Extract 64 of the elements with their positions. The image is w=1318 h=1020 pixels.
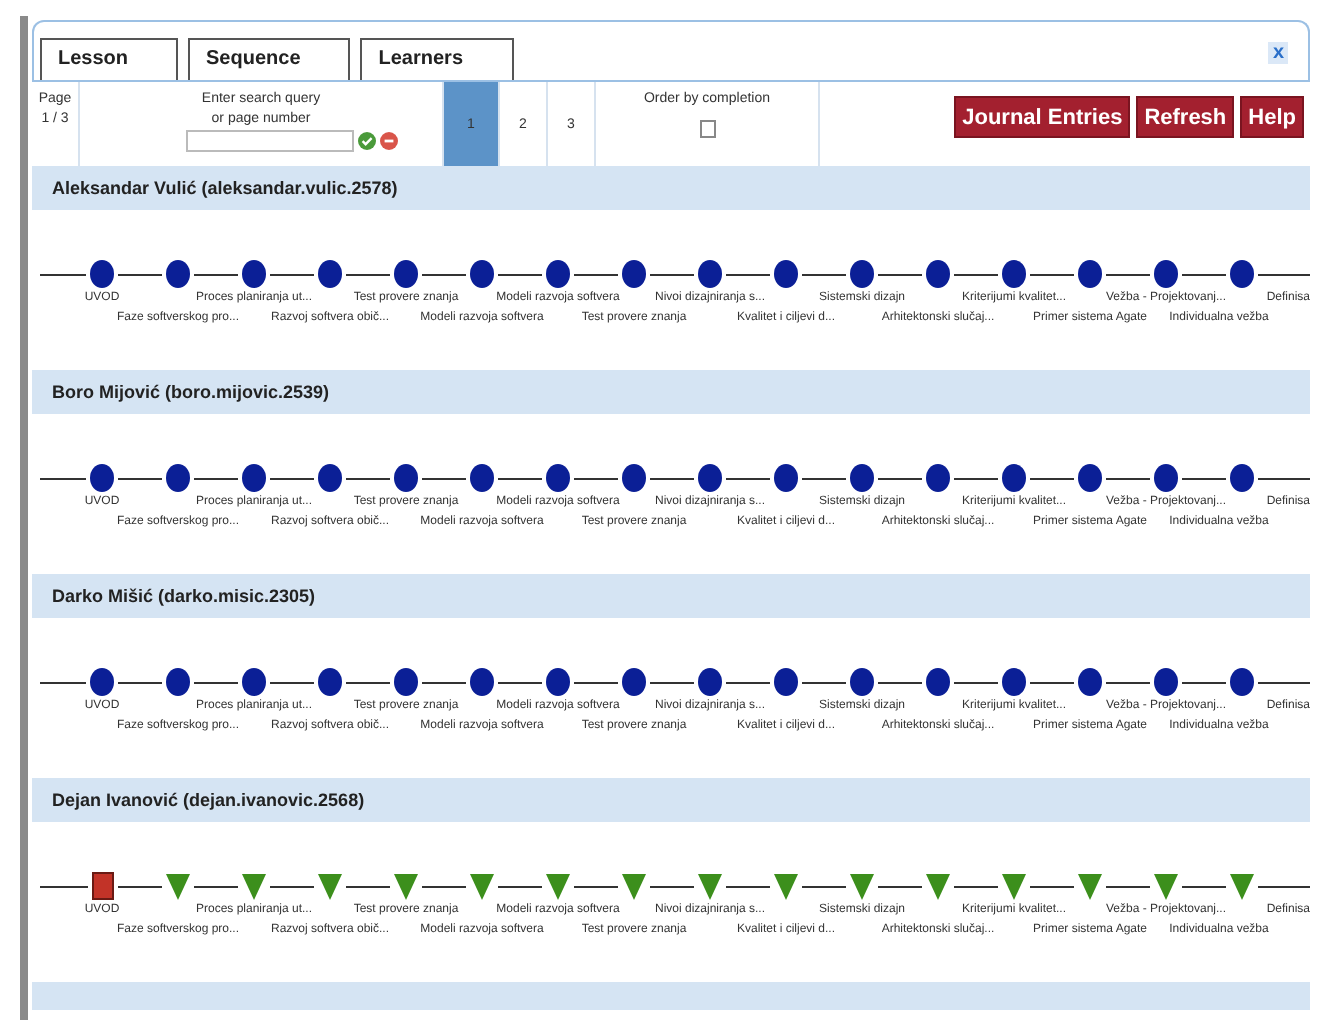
circle-marker[interactable] <box>542 464 574 492</box>
circle-marker[interactable] <box>86 668 118 696</box>
circle-marker[interactable] <box>466 464 498 492</box>
circle-marker[interactable] <box>238 668 270 696</box>
circle-marker[interactable] <box>846 260 878 288</box>
square-marker[interactable] <box>87 872 117 900</box>
circle-marker[interactable] <box>314 668 346 696</box>
circle-marker[interactable] <box>162 464 194 492</box>
tab[interactable]: Lesson <box>40 38 179 80</box>
order-checkbox[interactable] <box>699 120 715 138</box>
circle-marker[interactable] <box>770 260 802 288</box>
circle-marker[interactable] <box>162 260 194 288</box>
circle-marker[interactable] <box>1226 260 1258 288</box>
circle-marker[interactable] <box>542 668 574 696</box>
circle-marker[interactable] <box>846 464 878 492</box>
circle-marker[interactable] <box>1150 668 1182 696</box>
circle-marker[interactable] <box>618 668 650 696</box>
circle-marker[interactable] <box>1074 464 1106 492</box>
learner-name[interactable]: Dejan Ivanović (dejan.ivanovic.2568) <box>32 778 1310 822</box>
toolbar-button[interactable]: Journal Entries <box>954 96 1131 138</box>
close-button[interactable]: x <box>1268 42 1288 64</box>
circle-marker[interactable] <box>390 668 422 696</box>
search-field[interactable] <box>185 130 353 152</box>
toolbar-button[interactable]: Refresh <box>1136 96 1235 138</box>
circle-marker[interactable] <box>466 260 498 288</box>
circle-marker[interactable] <box>694 260 726 288</box>
circle-marker[interactable] <box>542 260 574 288</box>
circle-marker[interactable] <box>86 260 118 288</box>
learner-name[interactable]: Aleksandar Vulić (aleksandar.vulic.2578) <box>32 166 1310 210</box>
circle-marker[interactable] <box>846 668 878 696</box>
circle-marker[interactable] <box>1150 260 1182 288</box>
circle-marker[interactable] <box>998 668 1030 696</box>
circle-marker[interactable] <box>162 668 194 696</box>
circle-marker[interactable] <box>922 464 954 492</box>
circle-marker[interactable] <box>314 260 346 288</box>
toolbar-button[interactable]: Help <box>1240 96 1304 138</box>
circle-marker[interactable] <box>466 668 498 696</box>
circle-marker[interactable] <box>1074 668 1106 696</box>
circle-marker[interactable] <box>694 464 726 492</box>
circle-marker[interactable] <box>314 464 346 492</box>
circle-marker[interactable] <box>1226 464 1258 492</box>
circle-marker[interactable] <box>390 260 422 288</box>
tab[interactable]: Sequence <box>188 38 351 80</box>
circle-marker[interactable] <box>238 464 270 492</box>
circle-marker[interactable] <box>770 668 802 696</box>
circle-marker[interactable] <box>86 464 118 492</box>
circle-marker[interactable] <box>1150 464 1182 492</box>
clear-icon <box>379 132 397 150</box>
circle-marker[interactable] <box>922 260 954 288</box>
tab[interactable]: Learners <box>360 38 514 80</box>
circle-marker[interactable] <box>694 668 726 696</box>
circle-marker[interactable] <box>618 260 650 288</box>
circle-marker[interactable] <box>390 464 422 492</box>
circle-marker[interactable] <box>618 464 650 492</box>
confirm-icon <box>357 132 375 150</box>
learner-name[interactable]: Darko Mišić (darko.misic.2305) <box>32 574 1310 618</box>
circle-marker[interactable] <box>238 260 270 288</box>
circle-marker[interactable] <box>1226 668 1258 696</box>
circle-marker[interactable] <box>922 668 954 696</box>
circle-marker[interactable] <box>998 464 1030 492</box>
circle-marker[interactable] <box>770 464 802 492</box>
circle-marker[interactable] <box>998 260 1030 288</box>
circle-marker[interactable] <box>1074 260 1106 288</box>
learner-name[interactable]: Boro Mijović (boro.mijovic.2539) <box>32 370 1310 414</box>
